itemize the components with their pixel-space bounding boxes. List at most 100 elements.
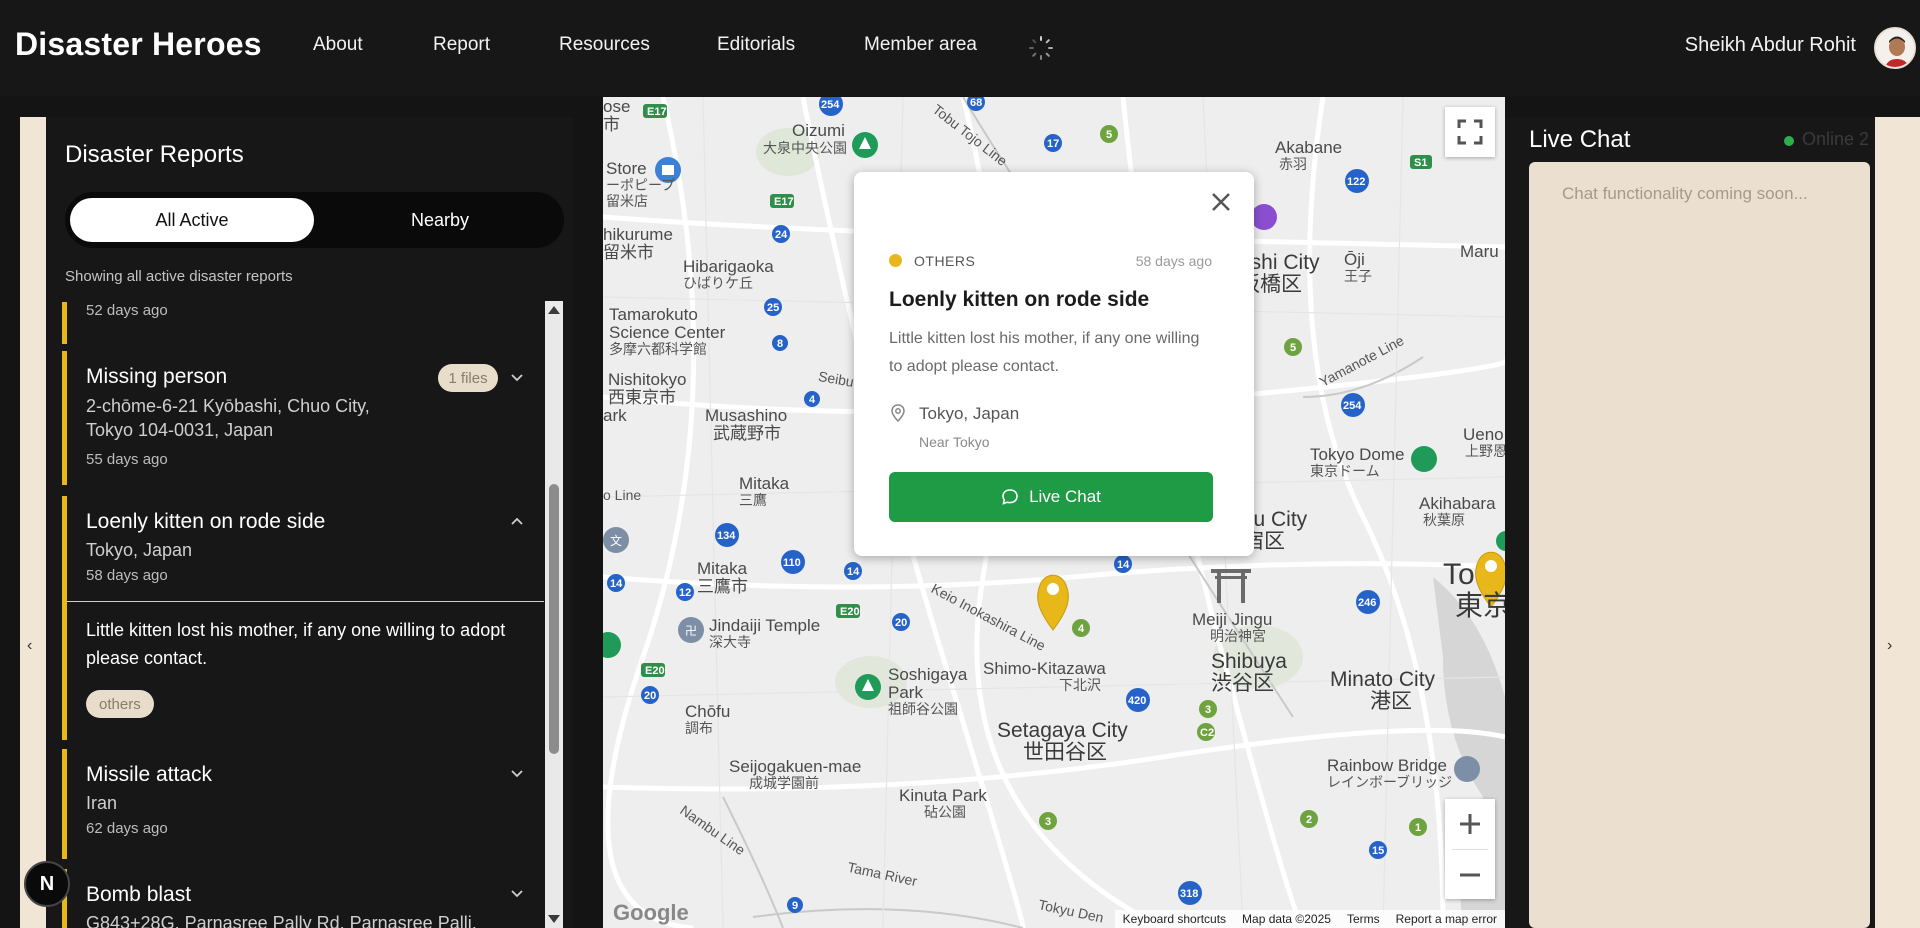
map-label: Oizumi: [792, 121, 845, 140]
map-label: Mitaka: [739, 474, 790, 493]
map-label: 秋葉原: [1423, 512, 1465, 528]
svg-text:文: 文: [610, 533, 622, 548]
category-dot: [889, 254, 902, 267]
nav-member-area[interactable]: Member area: [864, 34, 977, 56]
nav-report[interactable]: Report: [433, 34, 490, 56]
map-label: Chōfu: [685, 702, 731, 721]
map-label: Shibuya: [1211, 650, 1287, 673]
map-label: 深大寺: [709, 634, 751, 650]
nav-resources[interactable]: Resources: [559, 34, 650, 56]
report-description: Little kitten lost his mother, if any on…: [86, 620, 506, 668]
plus-icon: [1460, 814, 1480, 834]
report-time: 58 days ago: [86, 567, 168, 584]
user-name[interactable]: Sheikh Abdur Rohit: [1685, 34, 1856, 57]
close-icon[interactable]: [1209, 190, 1233, 214]
svg-text:254: 254: [1343, 400, 1362, 412]
zoom-controls: [1445, 799, 1495, 899]
scroll-up-icon[interactable]: [548, 306, 560, 314]
scroll-down-icon[interactable]: [548, 915, 560, 923]
svg-text:110: 110: [783, 557, 801, 569]
map-label: ose: [603, 97, 631, 116]
left-collapse-rail[interactable]: ‹: [20, 117, 46, 928]
svg-text:4: 4: [809, 394, 816, 406]
report-location: G843+28G, Parnasree Pally Rd, Parnasree …: [86, 913, 477, 928]
zoom-in-button[interactable]: [1445, 799, 1495, 849]
map-label: 三鷹: [739, 492, 767, 508]
disaster-reports-panel: Disaster Reports All Active Nearby Showi…: [46, 117, 574, 928]
chevron-left-icon[interactable]: ‹: [27, 637, 32, 655]
tab-nearby[interactable]: Nearby: [318, 198, 562, 242]
report-card[interactable]: 52 days ago: [62, 302, 544, 344]
map-label: Jindaiji Temple: [709, 616, 821, 635]
svg-text:1: 1: [1415, 822, 1421, 834]
zoom-out-button[interactable]: [1445, 850, 1495, 899]
map-label: Akihabara: [1419, 494, 1496, 513]
nav-about[interactable]: About: [313, 34, 363, 56]
report-card[interactable]: Bomb blast G843+28G, Parnasree Pally Rd,…: [62, 869, 544, 928]
popup-category: OTHERS: [914, 253, 976, 269]
nav-editorials[interactable]: Editorials: [717, 34, 795, 56]
map-label: Shimo-Kitazawa: [983, 659, 1106, 678]
keyboard-shortcuts-link[interactable]: Keyboard shortcuts: [1123, 912, 1226, 926]
report-card[interactable]: Missile attack Iran 62 days ago: [62, 749, 544, 859]
top-navbar: Disaster Heroes About Report Resources E…: [0, 0, 1920, 96]
map-label: Maru: [1460, 242, 1499, 261]
card-divider: [67, 601, 544, 602]
online-count: Online 2: [1802, 129, 1870, 149]
svg-text:E17: E17: [774, 196, 794, 208]
showing-text: Showing all active disaster reports: [65, 268, 293, 285]
report-time: 52 days ago: [86, 302, 168, 319]
fullscreen-button[interactable]: [1445, 107, 1495, 157]
google-logo: Google: [613, 900, 689, 925]
svg-text:68: 68: [970, 97, 982, 109]
user-avatar[interactable]: [1874, 27, 1916, 69]
report-location: Iran: [86, 793, 118, 813]
map-label: 祖師谷公園: [888, 701, 958, 717]
chat-placeholder: Chat functionality coming soon...: [1562, 184, 1808, 203]
chevron-down-icon[interactable]: [510, 767, 524, 781]
map-label: Meiji Jingu: [1192, 610, 1273, 629]
map-label: Rainbow Bridge: [1327, 756, 1448, 775]
chevron-right-icon[interactable]: ›: [1887, 637, 1892, 655]
report-map-error-link[interactable]: Report a map error: [1396, 912, 1497, 926]
map-label: Tokyo Dome: [1310, 445, 1405, 464]
info-window: OTHERS 58 days ago Loenly kitten on rode…: [854, 172, 1254, 556]
tab-all-active[interactable]: All Active: [70, 198, 314, 242]
svg-text:C2: C2: [1200, 727, 1214, 739]
map-label: 調布: [685, 720, 713, 736]
terms-link[interactable]: Terms: [1347, 912, 1380, 926]
svg-text:20: 20: [644, 690, 656, 702]
map-label: 武蔵野市: [713, 424, 781, 443]
svg-text:E20: E20: [840, 606, 860, 618]
svg-text:3: 3: [1205, 704, 1211, 716]
right-collapse-rail[interactable]: ›: [1875, 117, 1920, 928]
map-label: ひばりケ丘: [683, 275, 753, 291]
map-label: 港区: [1370, 690, 1412, 713]
reports-scrollbar[interactable]: [545, 301, 563, 928]
map-label: Soshigaya: [888, 665, 968, 684]
report-card-expanded[interactable]: Loenly kitten on rode side Tokyo, Japan …: [62, 496, 544, 740]
svg-text:17: 17: [1047, 138, 1059, 150]
map-label: 大泉中央公園: [763, 140, 847, 156]
map-label: To: [1443, 558, 1475, 591]
chevron-down-icon[interactable]: [510, 887, 524, 901]
scroll-thumb[interactable]: [549, 484, 559, 754]
chat-title: Live Chat: [1529, 126, 1631, 153]
popup-location: Tokyo, Japan: [919, 404, 1020, 423]
map-label: 西東京市: [608, 388, 676, 407]
svg-text:S1: S1: [1414, 157, 1427, 169]
map-label: 多摩六都科学館: [609, 341, 707, 357]
svg-text:15: 15: [1372, 845, 1384, 857]
svg-text:E20: E20: [645, 665, 665, 677]
brand-logo[interactable]: Disaster Heroes: [15, 26, 262, 63]
nextjs-dev-badge[interactable]: N: [24, 861, 70, 907]
map-label: レインボーブリッジ: [1327, 774, 1453, 790]
live-chat-button[interactable]: Live Chat: [889, 472, 1213, 522]
chevron-up-icon[interactable]: [510, 514, 524, 528]
report-card[interactable]: Missing person 1 files 2-chōme-6-21 Kyōb…: [62, 351, 544, 485]
map-label: Store: [606, 159, 647, 178]
map-label: Park: [888, 683, 923, 702]
chevron-down-icon[interactable]: [510, 371, 524, 385]
popup-time: 58 days ago: [1135, 253, 1212, 269]
svg-text:420: 420: [1128, 695, 1146, 707]
